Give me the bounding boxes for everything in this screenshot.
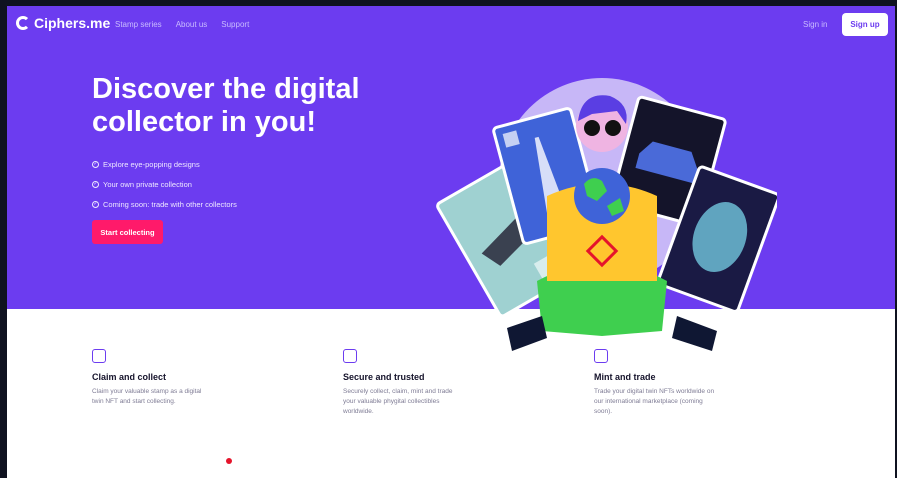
nav-link-stamp-series[interactable]: Stamp series bbox=[115, 20, 162, 29]
bullet-item: ✓ Explore eye-popping designs bbox=[92, 154, 237, 174]
feature-description: Securely collect, claim, mint and trade … bbox=[343, 388, 453, 415]
trade-icon bbox=[594, 349, 608, 363]
feature-mint-and-trade: Mint and trade Trade your digital twin N… bbox=[594, 349, 764, 417]
hero-section: Ciphers.me Stamp series About us Support… bbox=[7, 6, 895, 351]
bullet-text: Your own private collection bbox=[103, 179, 192, 189]
feature-description: Claim your valuable stamp as a digital t… bbox=[92, 388, 202, 405]
feature-title: Mint and trade bbox=[594, 372, 656, 382]
sunglasses-left bbox=[584, 120, 600, 136]
brand-name: Ciphers.me bbox=[34, 15, 111, 31]
red-dot-marker bbox=[226, 458, 232, 464]
browser-page: Ciphers.me Stamp series About us Support… bbox=[7, 6, 895, 478]
check-circle-icon: ✓ bbox=[92, 160, 99, 168]
headline-line-2: collector in you! bbox=[92, 106, 316, 138]
stamp-icon bbox=[92, 349, 106, 363]
hand-pointer-icon bbox=[343, 349, 357, 363]
nav-link-about-us[interactable]: About us bbox=[176, 20, 208, 29]
feature-claim-and-collect: Claim and collect Claim your valuable st… bbox=[92, 349, 262, 407]
nav-links: Stamp series About us Support bbox=[115, 20, 249, 29]
check-circle-icon: ✓ bbox=[92, 200, 99, 208]
feature-secure-and-trusted: Secure and trusted Securely collect, cla… bbox=[343, 349, 513, 417]
hero-headline: Discover the digital collector in you! bbox=[92, 73, 412, 139]
brand-logo[interactable]: Ciphers.me bbox=[16, 15, 110, 31]
sunglasses-right bbox=[605, 120, 621, 136]
sign-up-button[interactable]: Sign up bbox=[842, 13, 888, 36]
bullet-text: Explore eye-popping designs bbox=[103, 159, 200, 169]
headline-line-1: Discover the digital bbox=[92, 73, 360, 105]
bullet-item: ✓ Coming soon: trade with other collecto… bbox=[92, 194, 237, 214]
bullet-text: Coming soon: trade with other collectors bbox=[103, 199, 237, 209]
sign-in-link[interactable]: Sign in bbox=[803, 20, 827, 29]
nav-link-support[interactable]: Support bbox=[221, 20, 249, 29]
start-collecting-button[interactable]: Start collecting bbox=[92, 220, 163, 244]
feature-title: Secure and trusted bbox=[343, 372, 425, 382]
logo-icon bbox=[16, 16, 30, 30]
feature-description: Trade your digital twin NFTs worldwide o… bbox=[594, 388, 715, 415]
check-circle-icon: ✓ bbox=[92, 180, 99, 188]
top-navbar: Ciphers.me Stamp series About us Support… bbox=[7, 6, 895, 46]
hero-bullet-list: ✓ Explore eye-popping designs ✓ Your own… bbox=[92, 154, 237, 214]
bullet-item: ✓ Your own private collection bbox=[92, 174, 237, 194]
feature-title: Claim and collect bbox=[92, 372, 167, 382]
features-section: Claim and collect Claim your valuable st… bbox=[7, 309, 895, 478]
